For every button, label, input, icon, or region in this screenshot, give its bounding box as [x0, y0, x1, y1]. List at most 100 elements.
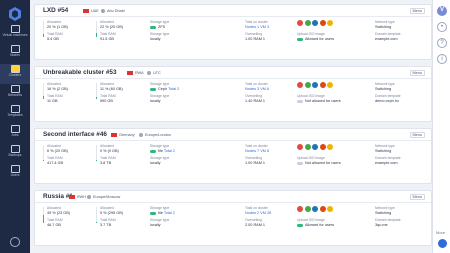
cluster-title[interactable]: LXD #54	[43, 7, 68, 14]
cluster-card: Unbreakable cluster #53 RWA UTC Menu Allocat…	[34, 66, 432, 122]
disk-total: Total RAM 3.7 TB	[100, 218, 116, 227]
storage-toggle[interactable]	[150, 87, 156, 91]
upload-toggle[interactable]	[297, 161, 303, 165]
cluster-menu-button[interactable]: Menu	[409, 8, 425, 14]
network-type: Network type Switching	[375, 144, 395, 153]
debian-icon	[297, 82, 303, 88]
cluster-menu-button[interactable]: Menu	[409, 132, 425, 138]
flag-icon	[111, 132, 117, 137]
ubuntu-icon	[319, 206, 326, 212]
favorite-icon[interactable]	[438, 239, 447, 248]
debian-icon	[297, 206, 303, 212]
info-icon[interactable]: i	[437, 54, 447, 64]
disk-usage-bar	[96, 145, 98, 161]
card-header: Unbreakable cluster #53 RWA UTC Menu	[35, 67, 431, 79]
clock-icon	[87, 194, 91, 199]
freebsd-icon	[327, 144, 333, 150]
upload-toggle[interactable]	[297, 99, 303, 103]
ram-allocated: Allocated 49 % (23 GB)	[47, 206, 71, 215]
disk-usage-bar	[96, 207, 98, 223]
logout-icon[interactable]	[10, 237, 20, 247]
clock-icon	[139, 132, 143, 137]
cluster-menu-button[interactable]: Menu	[409, 70, 425, 76]
freebsd-icon	[327, 82, 333, 88]
clock-icon	[147, 70, 151, 75]
cluster-location: RWH	[69, 194, 86, 199]
cluster-menu-button[interactable]: Menu	[409, 194, 425, 200]
centos-icon	[304, 82, 311, 88]
domain-template: Domain template example.com	[375, 156, 401, 165]
storage-toggle[interactable]	[150, 25, 156, 29]
card-header: LXD #54 UAE Abu Dhabi Menu	[35, 5, 431, 17]
jobs-icon	[10, 125, 20, 133]
logo-icon	[9, 7, 21, 21]
upload-iso: Upload ISO image Allowed for users	[297, 218, 335, 227]
sidebar-item-label: Networks	[7, 93, 23, 97]
ram-allocated: Allocated 20 % (1 GB)	[47, 20, 68, 29]
vm-icon	[10, 25, 20, 33]
os-list	[297, 82, 333, 88]
users-icon	[10, 165, 20, 173]
ram-usage-bar	[43, 207, 45, 223]
ram-total: Total RAM 5.4 GB	[47, 32, 63, 41]
sidebar-item-cluster[interactable]: Clusters	[0, 64, 30, 84]
centos-icon	[304, 20, 311, 26]
windows-icon	[312, 144, 318, 150]
sidebar-item-server[interactable]: Nodes	[0, 44, 30, 64]
storage-type: Storage type file Total 2	[150, 144, 176, 153]
template-icon	[10, 105, 20, 113]
sidebar-item-label: Virtual machines	[2, 33, 28, 37]
cluster-nodes: Total on cluster Nodes 3 VM 6	[245, 82, 270, 91]
more-button[interactable]: More	[436, 230, 445, 235]
disk-total: Total RAM 590 GB	[100, 94, 116, 103]
upload-iso: Upload ISO image Allowed for users	[297, 32, 335, 41]
disk-allocated: Allocated 22 % (20 GB)	[100, 20, 124, 29]
sidebar-item-vm[interactable]: Virtual machines	[0, 24, 30, 44]
sidebar-item-label: Backups	[8, 153, 22, 157]
os-list	[297, 144, 333, 150]
ram-usage-bar	[43, 21, 45, 37]
windows-icon	[312, 206, 318, 212]
notification-icon[interactable]: •	[437, 22, 447, 32]
debian-icon	[297, 20, 303, 26]
cluster-title[interactable]: Second interface #46	[43, 131, 107, 138]
overselling: Overselling 1.00 RAM 1	[245, 32, 266, 41]
backup-icon	[10, 145, 20, 153]
disk-total: Total RAM 91.5 GB	[100, 32, 116, 41]
disk-usage-bar	[96, 21, 98, 37]
cluster-card: Russia #1RWHEurope/MoscowMenuAllocated49…	[34, 190, 432, 246]
centos-icon	[304, 206, 311, 212]
cluster-location: UAE	[83, 8, 99, 13]
network-type: Network type Switching	[375, 206, 395, 215]
sidebar-item-label: Jobs	[11, 133, 19, 137]
overselling: Overselling 2.00 RAM 1	[245, 218, 266, 227]
ubuntu-icon	[319, 82, 326, 88]
windows-icon	[312, 20, 318, 26]
avatar[interactable]: V	[437, 6, 447, 16]
sidebar-item-template[interactable]: Templates	[0, 104, 30, 124]
help-icon[interactable]: ?	[437, 38, 447, 48]
sidebar-item-network[interactable]: Networks	[0, 84, 30, 104]
sidebar-item-backup[interactable]: Backups	[0, 144, 30, 164]
storage-toggle[interactable]	[150, 149, 156, 153]
storage-type: Storage type ZFS	[150, 20, 170, 29]
ram-allocated: Allocated 6 % (20 GB)	[47, 144, 68, 153]
cluster-city: Europe/Moscow	[87, 194, 120, 199]
upload-iso: Upload ISO image Not allowed for users	[297, 156, 341, 165]
sidebar-item-users[interactable]: Users	[0, 164, 30, 184]
cluster-title[interactable]: Unbreakable cluster #53	[43, 69, 117, 76]
storage-toggle[interactable]	[150, 211, 156, 215]
cluster-nodes: Total on cluster Nodes 7 VM 6	[245, 144, 270, 153]
upload-iso: Upload ISO image Not allowed for users	[297, 94, 341, 103]
domain-template: Domain template example.com	[375, 32, 401, 41]
upload-toggle[interactable]	[297, 37, 303, 41]
upload-toggle[interactable]	[297, 223, 303, 227]
clock-icon	[101, 8, 105, 13]
overselling: Overselling 1.00 RAM 1	[245, 156, 266, 165]
card-header: Second interface #46 Germany Europe/London…	[35, 129, 431, 141]
windows-icon	[312, 82, 318, 88]
freebsd-icon	[327, 20, 333, 26]
sidebar-item-jobs[interactable]: Jobs	[0, 124, 30, 144]
ram-allocated: Allocated 16 % (2 GB)	[47, 82, 68, 91]
right-toolbar: V • ? i More	[432, 0, 450, 253]
